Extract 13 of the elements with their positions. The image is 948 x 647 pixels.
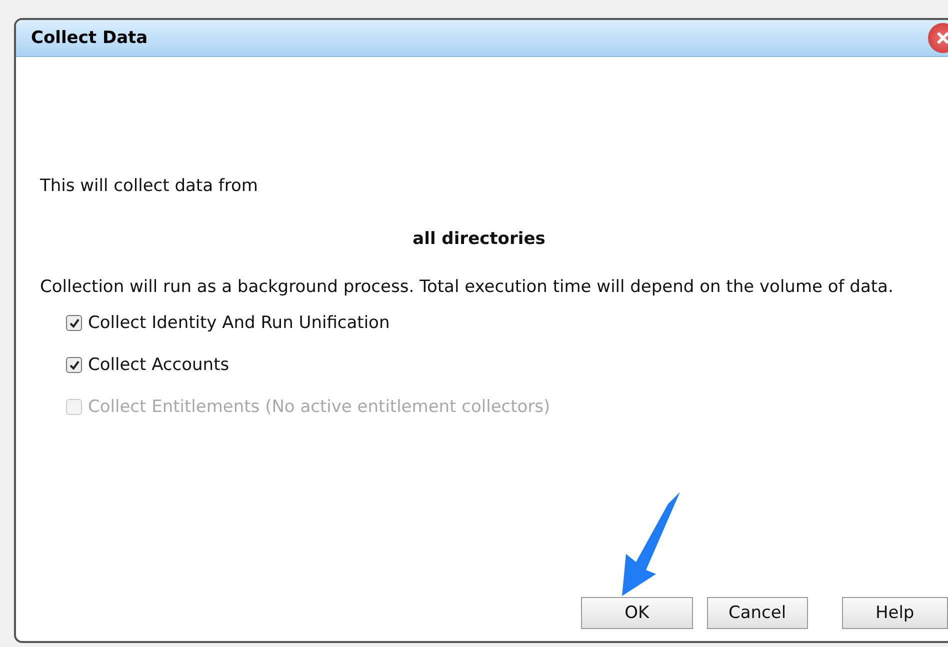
intro-text: This will collect data from	[40, 175, 259, 198]
note-text: Collection will run as a background process. Total execution time will depend on the volume of data.	[40, 276, 894, 299]
checkbox[interactable]	[66, 357, 82, 373]
checkbox-label: Collect Accounts	[88, 355, 230, 375]
close-icon	[936, 31, 948, 45]
cancel-button[interactable]: Cancel	[706, 597, 808, 629]
checkbox-label: Collect Identity And Run Unification	[88, 313, 390, 333]
ok-button[interactable]: OK	[581, 597, 693, 629]
scope-text: all directories	[412, 229, 546, 249]
checkbox-label: Collect Entitlements (No active entitlement collectors)	[88, 397, 550, 417]
checkbox[interactable]	[66, 315, 82, 331]
help-button[interactable]: Help	[842, 597, 948, 629]
window-title: Collect Data	[31, 28, 148, 48]
